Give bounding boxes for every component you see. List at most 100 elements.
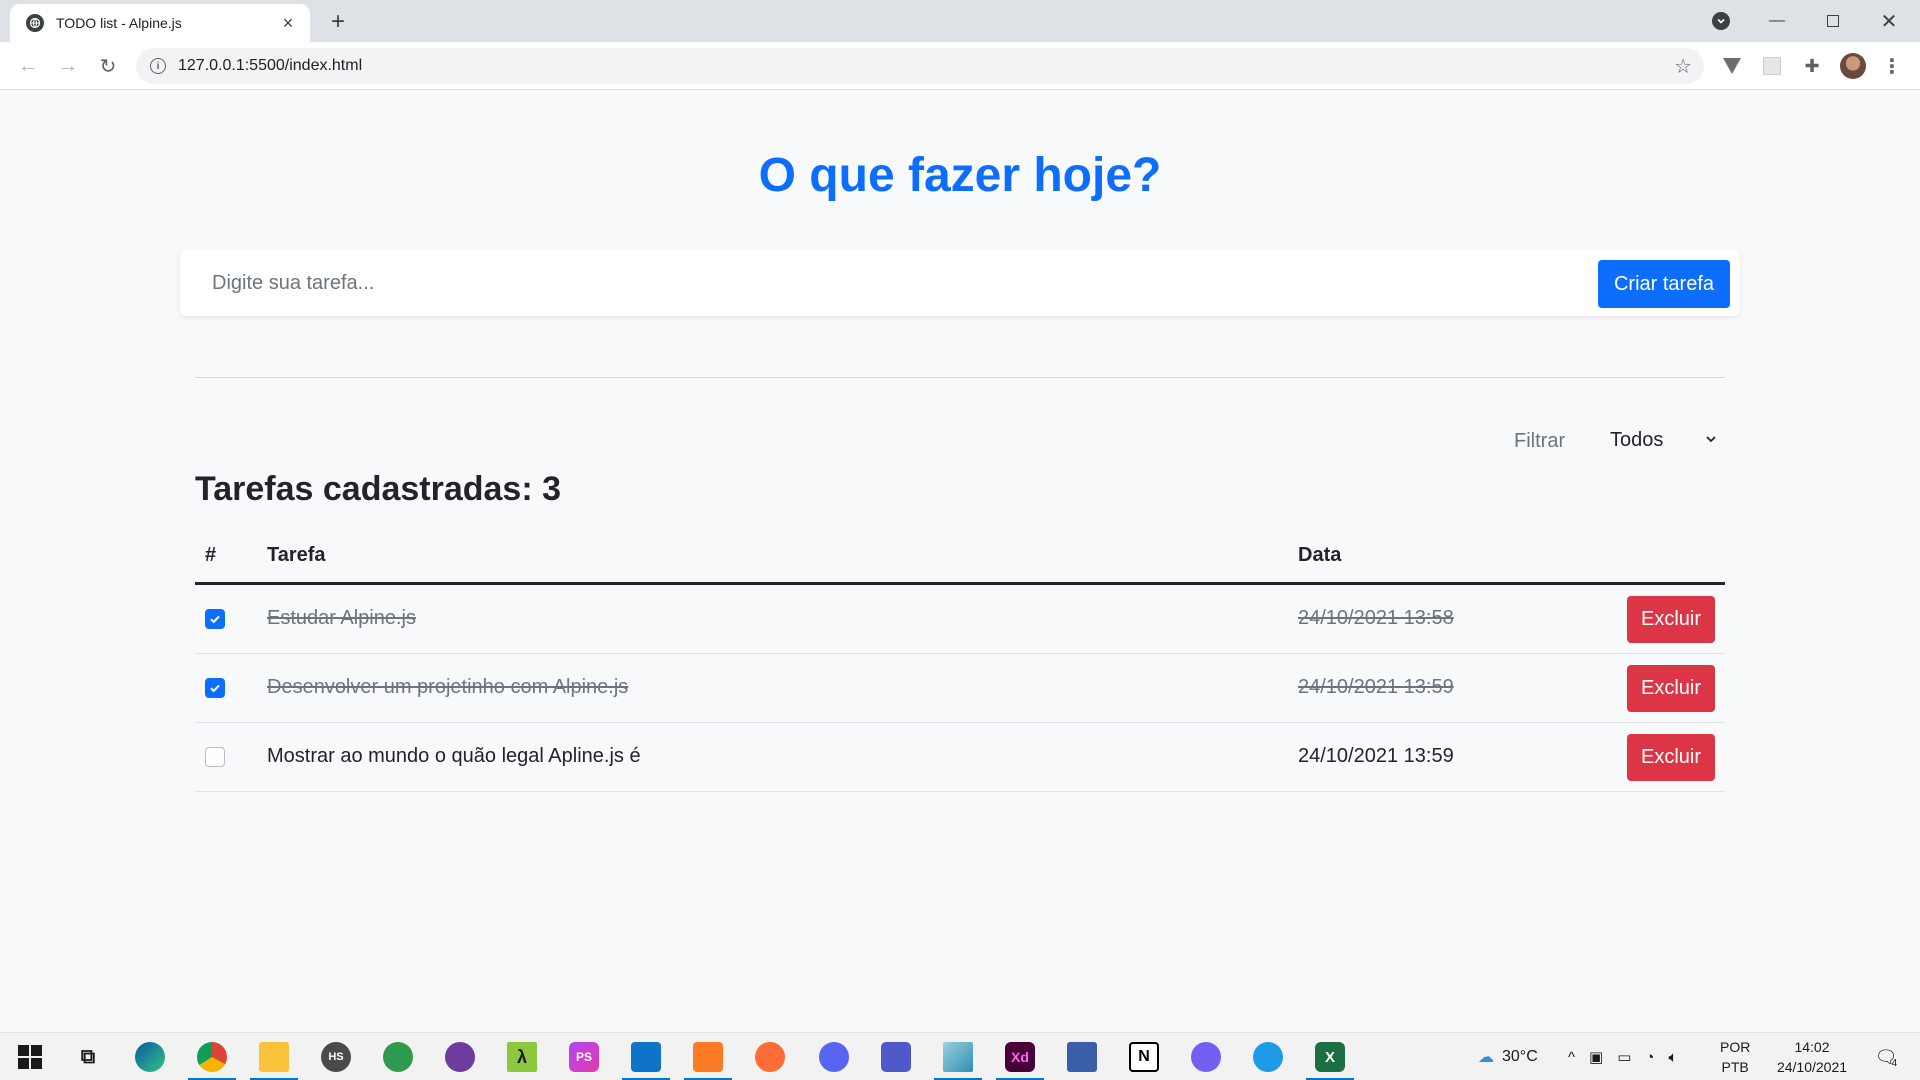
task-count-heading: Tarefas cadastradas: 3 xyxy=(195,470,562,508)
github-icon xyxy=(445,1042,475,1072)
wifi-icon[interactable]: ◔ xyxy=(1645,1049,1654,1066)
taskbar-vscode[interactable] xyxy=(616,1033,676,1080)
notification-center-button[interactable]: 🗨︎ 4 xyxy=(1866,1033,1906,1080)
start-button[interactable] xyxy=(0,1033,60,1080)
header-number: # xyxy=(205,544,217,566)
reload-button[interactable]: ↻ xyxy=(92,50,124,82)
info-icon[interactable]: i xyxy=(150,58,166,74)
clock-date: 24/10/2021 xyxy=(1776,1059,1848,1075)
delete-task-button[interactable]: Excluir xyxy=(1626,596,1715,643)
close-window-button[interactable]: ✕ xyxy=(1866,0,1912,42)
delete-task-button[interactable]: Excluir xyxy=(1626,734,1715,781)
taskbar-edge[interactable] xyxy=(120,1033,180,1080)
filter-select[interactable]: Todos xyxy=(1594,420,1726,460)
tab-search-button[interactable] xyxy=(1706,0,1736,42)
taskbar-lambda-app[interactable]: λ xyxy=(492,1033,552,1080)
battery-icon[interactable]: ▭ xyxy=(1617,1048,1631,1066)
taskbar-network-app[interactable] xyxy=(1052,1033,1112,1080)
windows-taskbar: ⧉ HS λ PS Xd N X ☁ 30°C ^ ▣ ▭ ◔ 🔈︎ POR P… xyxy=(0,1032,1920,1080)
adobe-xd-icon: Xd xyxy=(1005,1042,1035,1072)
excel-icon: X xyxy=(1315,1042,1345,1072)
forward-button[interactable]: → xyxy=(52,50,84,82)
vscode-icon xyxy=(631,1042,661,1072)
new-tab-button[interactable]: + xyxy=(324,8,352,36)
close-tab-icon[interactable]: × xyxy=(278,13,298,33)
taskbar-file-explorer[interactable] xyxy=(244,1033,304,1080)
browser-tab[interactable]: TODO list - Alpine.js × xyxy=(10,4,310,42)
taskbar-phpstorm[interactable]: PS xyxy=(554,1033,614,1080)
bookmark-star-icon[interactable]: ☆ xyxy=(1674,54,1692,79)
system-tray-icons: ^ ▣ ▭ ◔ 🔈︎ xyxy=(1568,1033,1678,1080)
browser-menu-icon[interactable]: ⋮ xyxy=(1880,54,1904,78)
chevron-down-icon xyxy=(1704,432,1718,449)
filter-label: Filtrar xyxy=(1514,430,1566,452)
taskbar-excel[interactable]: X xyxy=(1300,1033,1360,1080)
taskbar-notepad-app[interactable] xyxy=(928,1033,988,1080)
teams-icon xyxy=(881,1042,911,1072)
extension-blank-icon[interactable] xyxy=(1760,54,1784,78)
delete-task-button[interactable]: Excluir xyxy=(1626,665,1715,712)
clock-time: 14:02 xyxy=(1794,1039,1830,1055)
display-icon[interactable]: ▣ xyxy=(1589,1048,1603,1066)
taskbar-chrome[interactable] xyxy=(182,1033,242,1080)
browser-tabbar: TODO list - Alpine.js × + — ✕ xyxy=(0,0,1920,42)
page-title: O que fazer hoje? xyxy=(758,149,1162,202)
task-view-button[interactable]: ⧉ xyxy=(58,1033,118,1080)
new-task-form: Criar tarefa xyxy=(180,250,1740,316)
lambda-icon: λ xyxy=(507,1042,537,1072)
browser-toolbar: ← → ↻ i 127.0.0.1:5500/index.html ☆ ✚ ⋮ xyxy=(0,42,1920,90)
windows-logo-icon xyxy=(18,1045,42,1069)
task-view-icon: ⧉ xyxy=(80,1045,96,1068)
back-button[interactable]: ← xyxy=(12,50,44,82)
extension-v-icon[interactable] xyxy=(1720,54,1744,78)
minimize-button[interactable]: — xyxy=(1754,0,1800,42)
taskbar-green-app[interactable] xyxy=(368,1033,428,1080)
url-text: 127.0.0.1:5500/index.html xyxy=(178,57,363,74)
chevron-down-icon xyxy=(1712,12,1730,30)
taskbar-github-desktop[interactable] xyxy=(430,1033,490,1080)
taskbar-xampp[interactable] xyxy=(678,1033,738,1080)
task-input[interactable] xyxy=(192,260,1512,307)
weather-widget[interactable]: ☁ 30°C xyxy=(1478,1033,1538,1080)
notepad-icon xyxy=(943,1042,973,1072)
taskbar-adobe-xd[interactable]: Xd xyxy=(990,1033,1050,1080)
check-icon xyxy=(210,684,220,693)
chevron-up-icon[interactable]: ^ xyxy=(1568,1049,1575,1066)
weather-temp: 30°C xyxy=(1502,1048,1538,1065)
postman-icon xyxy=(755,1042,785,1072)
taskbar-notion[interactable]: N xyxy=(1114,1033,1174,1080)
task-date: 24/10/2021 13:58 xyxy=(1298,607,1454,629)
clock[interactable]: 14:02 24/10/2021 xyxy=(1766,1033,1858,1080)
profile-avatar[interactable] xyxy=(1840,53,1866,79)
taskbar-hs-app[interactable]: HS xyxy=(306,1033,366,1080)
discord-icon xyxy=(819,1042,849,1072)
chrome-icon xyxy=(197,1042,227,1072)
language-indicator[interactable]: POR PTB xyxy=(1720,1033,1750,1080)
folder-icon xyxy=(259,1042,289,1072)
notification-count: 4 xyxy=(1891,1057,1898,1069)
taskbar-teams[interactable] xyxy=(866,1033,926,1080)
notion-icon: N xyxy=(1129,1042,1159,1072)
task-checkbox[interactable] xyxy=(205,747,225,767)
taskbar-viber[interactable] xyxy=(1176,1033,1236,1080)
lang-top: POR xyxy=(1720,1039,1751,1055)
header-task: Tarefa xyxy=(267,544,326,566)
tab-title: TODO list - Alpine.js xyxy=(56,15,182,31)
weather-icon: ☁ xyxy=(1478,1049,1494,1066)
task-date: 24/10/2021 13:59 xyxy=(1298,745,1454,767)
restore-button[interactable] xyxy=(1810,0,1856,42)
volume-icon[interactable]: 🔈︎ xyxy=(1668,1049,1677,1066)
taskbar-postman[interactable] xyxy=(740,1033,800,1080)
taskbar-docker[interactable] xyxy=(1238,1033,1298,1080)
task-checkbox[interactable] xyxy=(205,609,225,629)
address-bar[interactable]: i 127.0.0.1:5500/index.html ☆ xyxy=(136,48,1704,84)
taskbar-discord[interactable] xyxy=(804,1033,864,1080)
create-task-button[interactable]: Criar tarefa xyxy=(1597,260,1730,308)
network-icon xyxy=(1067,1042,1097,1072)
extensions-puzzle-icon[interactable]: ✚ xyxy=(1800,54,1824,78)
divider xyxy=(195,377,1725,378)
task-checkbox[interactable] xyxy=(205,678,225,698)
hs-app-icon: HS xyxy=(321,1042,351,1072)
filter-selected-value: Todos xyxy=(1610,428,1664,451)
lang-bottom: PTB xyxy=(1721,1059,1749,1075)
